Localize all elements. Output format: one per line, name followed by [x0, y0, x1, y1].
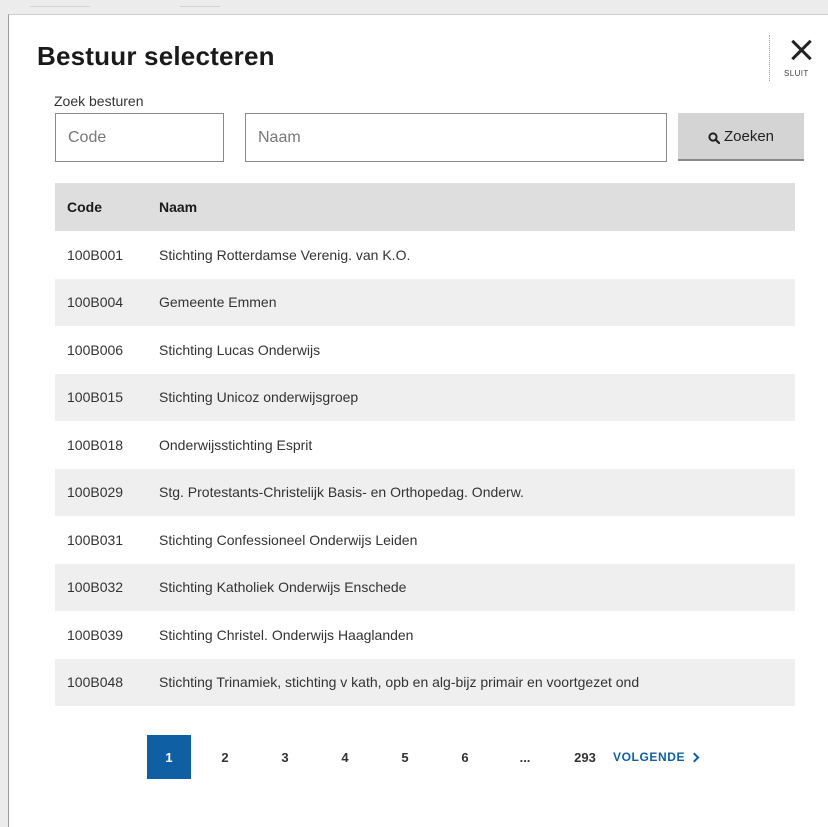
- table-row[interactable]: 100B039 Stichting Christel. Onderwijs Haa…: [55, 611, 795, 659]
- next-page-button[interactable]: VOLGENDE: [613, 750, 700, 764]
- table-body: 100B001 Stichting Rotterdamse Verenig. va…: [55, 231, 795, 706]
- code-search-input[interactable]: [55, 113, 224, 162]
- table-header: Code Naam: [55, 183, 795, 231]
- table-row[interactable]: 100B006 Stichting Lucas Onderwijs: [55, 326, 795, 374]
- board-name-cell: Stichting Confessioneel Onderwijs Leiden: [159, 531, 418, 548]
- search-button[interactable]: Zoeken: [678, 113, 804, 161]
- board-name-cell: Stichting Katholiek Onderwijs Enschede: [159, 579, 407, 596]
- board-name-cell: Stichting Lucas Onderwijs: [159, 341, 321, 358]
- board-name-cell: Onderwijsstichting Esprit: [159, 436, 313, 453]
- board-name-cell: Stichting Christel. Onderwijs Haaglanden: [159, 626, 414, 643]
- close-label: SLUIT: [784, 69, 809, 78]
- page-1-button[interactable]: 1: [147, 735, 191, 779]
- pagination: 1 2 3 4 5 6 ... 293 VOLGENDE: [147, 735, 700, 779]
- board-code-cell: 100B032: [67, 579, 124, 596]
- column-header-code[interactable]: Code: [55, 199, 159, 215]
- search-icon: [708, 131, 721, 145]
- next-page-label: VOLGENDE: [613, 750, 686, 764]
- board-code-cell: 100B006: [67, 341, 124, 358]
- page-4-button[interactable]: 4: [323, 735, 367, 779]
- board-code-cell: 100B039: [67, 626, 124, 643]
- dialog-title: Bestuur selecteren: [37, 41, 275, 71]
- board-code-cell: 100B015: [67, 389, 124, 406]
- board-code-cell: 100B048: [67, 674, 124, 691]
- table-row[interactable]: 100B048 Stichting Trinamiek, stichting v …: [55, 658, 795, 706]
- backdrop-stroke: [180, 6, 220, 7]
- page-5-button[interactable]: 5: [383, 735, 427, 779]
- page-6-button[interactable]: 6: [443, 735, 487, 779]
- select-board-dialog: Bestuur selecteren SLUIT Zoek besturen Z…: [8, 14, 828, 827]
- name-search-input[interactable]: [245, 113, 667, 162]
- page-3-button[interactable]: 3: [263, 735, 307, 779]
- page-2-button[interactable]: 2: [203, 735, 247, 779]
- boards-table: Code Naam 100B001 Stichting Rotterdamse V…: [55, 183, 795, 706]
- table-row[interactable]: 100B029 Stg. Protestants-Christelijk Basi…: [55, 468, 795, 516]
- table-row[interactable]: 100B018 Onderwijsstichting Esprit: [55, 421, 795, 469]
- close-button[interactable]: SLUIT: [769, 35, 819, 81]
- close-icon: [790, 38, 814, 62]
- table-row[interactable]: 100B031 Stichting Confessioneel Onderwijs…: [55, 516, 795, 564]
- board-code-cell: 100B031: [67, 531, 124, 548]
- board-name-cell: Stichting Rotterdamse Verenig. van K.O.: [159, 246, 411, 263]
- backdrop-stroke: [30, 6, 90, 7]
- board-name-cell: Gemeente Emmen: [159, 294, 277, 311]
- board-code-cell: 100B001: [67, 246, 124, 263]
- board-name-cell: Stichting Unicoz onderwijsgroep: [159, 389, 359, 406]
- board-name-cell: Stg. Protestants-Christelijk Basis- en O…: [159, 484, 524, 501]
- page-last-button[interactable]: 293: [563, 735, 607, 779]
- table-row[interactable]: 100B001 Stichting Rotterdamse Verenig. va…: [55, 231, 795, 279]
- table-row[interactable]: 100B032 Stichting Katholiek Onderwijs Ens…: [55, 563, 795, 611]
- pagination-ellipsis: ...: [519, 749, 531, 765]
- column-header-name[interactable]: Naam: [159, 199, 795, 215]
- table-row[interactable]: 100B004 Gemeente Emmen: [55, 278, 795, 326]
- chevron-right-icon: [689, 752, 700, 762]
- board-name-cell: Stichting Trinamiek, stichting v kath, o…: [159, 674, 640, 691]
- board-code-cell: 100B004: [67, 294, 124, 311]
- board-code-cell: 100B029: [67, 484, 124, 501]
- search-label: Zoek besturen: [54, 93, 144, 109]
- search-button-label: Zoeken: [723, 127, 775, 145]
- board-code-cell: 100B018: [67, 436, 124, 453]
- table-row[interactable]: 100B015 Stichting Unicoz onderwijsgroep: [55, 373, 795, 421]
